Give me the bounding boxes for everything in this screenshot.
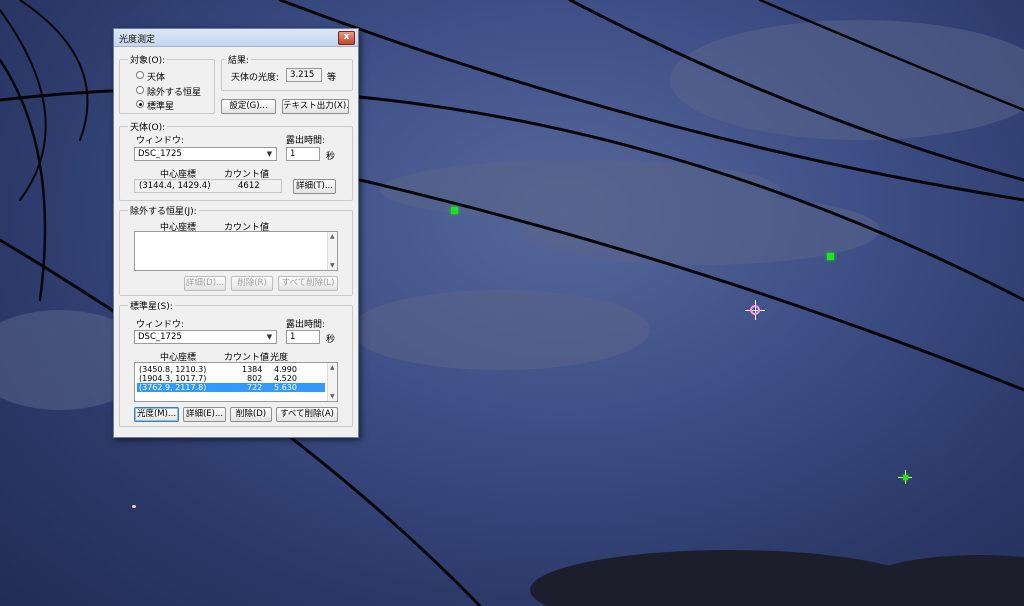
standard-window-value: DSC_1725 <box>138 332 182 342</box>
standard-delete-button[interactable]: 削除(D) <box>230 407 272 422</box>
cloud-dark <box>860 555 1024 606</box>
exclude-delete-button[interactable]: 削除(R) <box>231 276 273 291</box>
scroll-up-icon[interactable]: ▲ <box>330 233 335 240</box>
magnitude-value: 3.215 <box>286 68 322 82</box>
standard-exposure-input[interactable]: 1 <box>286 330 320 344</box>
standard-star-marker[interactable] <box>450 206 458 214</box>
row-center: (3762.9, 2117.8) <box>139 383 207 392</box>
chevron-down-icon: ▼ <box>266 333 273 341</box>
object-window-value: DSC_1725 <box>138 149 182 159</box>
radio-standard-star[interactable] <box>136 100 144 108</box>
exclude-list-scrollbar[interactable]: ▲ ▼ <box>327 232 337 270</box>
radio-object[interactable] <box>136 71 144 79</box>
object-count-value: 4612 <box>238 181 260 191</box>
title-bar[interactable]: 光度測定 x <box>114 29 358 47</box>
list-item[interactable]: (3450.8, 1210.3) 1384 4.990 <box>137 365 325 374</box>
list-item[interactable]: (1904.3, 1017.7) 802 4.520 <box>137 374 325 383</box>
radio-standard-star-label: 標準星 <box>147 102 175 112</box>
magnitude-unit: 等 <box>327 73 337 83</box>
close-button[interactable]: x <box>338 31 355 45</box>
row-mag: 5.630 <box>274 383 297 392</box>
exclude-star-list[interactable]: ▲ ▼ <box>134 231 338 271</box>
row-count: 802 <box>247 374 263 383</box>
object-exposure-input[interactable]: 1 <box>286 147 320 161</box>
object-exposure-label: 露出時間: <box>286 136 326 146</box>
settings-button[interactable]: 設定(G)... <box>221 99 276 114</box>
radio-exclude-star-label: 除外する恒星 <box>147 88 202 98</box>
meteor-dot <box>132 505 136 508</box>
text-output-button[interactable]: テキスト出力(X)... <box>282 99 349 114</box>
photometry-button[interactable]: 光度(M)... <box>134 407 179 422</box>
standard-group-label: 標準星(S): <box>128 299 175 312</box>
power-line <box>19 0 89 141</box>
scroll-up-icon[interactable]: ▲ <box>330 364 335 371</box>
standard-exposure-label: 露出時間: <box>286 320 326 330</box>
row-mag: 4.520 <box>274 374 297 383</box>
object-info-row: (3144.4, 1429.4) 4612 <box>134 179 282 193</box>
object-window-combo[interactable]: DSC_1725 ▼ <box>134 147 277 161</box>
row-mag: 4.990 <box>274 365 297 374</box>
row-center: (3450.8, 1210.3) <box>139 365 207 374</box>
magnitude-label: 天体の光度: <box>231 73 280 83</box>
standard-list-scrollbar[interactable]: ▲ ▼ <box>327 363 337 401</box>
object-center-value: (3144.4, 1429.4) <box>139 181 211 191</box>
standard-detail-button[interactable]: 詳細(E)... <box>183 407 226 422</box>
photometry-dialog: 光度測定 x 対象(O): 天体 除外する恒星 標準星 結果: 天体の光度: 3… <box>113 28 359 438</box>
object-exposure-unit: 秒 <box>326 152 336 162</box>
chevron-down-icon: ▼ <box>266 150 273 158</box>
target-group-label: 対象(O): <box>128 53 168 66</box>
object-window-label: ウィンドウ: <box>136 136 185 146</box>
standard-star-marker[interactable] <box>826 252 834 260</box>
row-count: 1384 <box>242 365 263 374</box>
exclude-delete-all-button[interactable]: すべて削除(L) <box>278 276 338 291</box>
standard-star-list[interactable]: (3450.8, 1210.3) 1384 4.990 (1904.3, 101… <box>134 362 338 402</box>
radio-object-label: 天体 <box>147 73 166 83</box>
standard-window-label: ウィンドウ: <box>136 320 185 330</box>
radio-exclude-star[interactable] <box>136 86 144 94</box>
list-item-selected[interactable]: (3762.9, 2117.8) 722 5.630 <box>137 383 325 392</box>
object-detail-button[interactable]: 詳細(T)... <box>293 179 336 194</box>
standard-delete-all-button[interactable]: すべて削除(A) <box>276 407 338 422</box>
standard-window-combo[interactable]: DSC_1725 ▼ <box>134 330 277 344</box>
row-count: 722 <box>247 383 263 392</box>
exclude-group-label: 除外する恒星(J): <box>128 204 199 217</box>
result-group-label: 結果: <box>226 53 252 66</box>
cloud <box>350 290 650 370</box>
standard-exposure-unit: 秒 <box>326 335 336 345</box>
row-center: (1904.3, 1017.7) <box>139 374 207 383</box>
dialog-title: 光度測定 <box>119 35 156 45</box>
object-group-label: 天体(O): <box>128 120 168 133</box>
scroll-down-icon[interactable]: ▼ <box>330 393 335 400</box>
exclude-detail-button[interactable]: 詳細(D)... <box>184 276 226 291</box>
scroll-down-icon[interactable]: ▼ <box>330 262 335 269</box>
